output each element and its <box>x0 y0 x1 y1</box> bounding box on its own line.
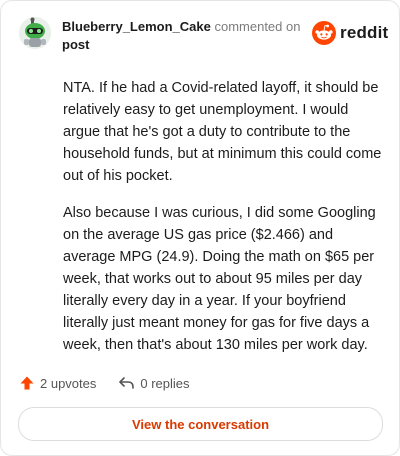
replies[interactable]: 0 replies <box>118 375 190 391</box>
reply-arrow-icon <box>119 377 135 389</box>
reddit-logo[interactable]: reddit <box>312 21 388 45</box>
post-link[interactable]: post <box>62 36 312 54</box>
reddit-snoo-icon <box>312 21 336 45</box>
comment-paragraph: Also because I was curious, I did some G… <box>63 205 376 353</box>
upvote-arrow-icon <box>20 376 34 390</box>
username[interactable]: Blueberry_Lemon_Cake <box>62 19 211 34</box>
action-text: commented on <box>214 19 301 34</box>
upvotes-count: 2 upvotes <box>40 375 97 391</box>
upvotes[interactable]: 2 upvotes <box>19 375 96 391</box>
comment-body: NTA. If he had a Covid-related layoff, i… <box>63 77 385 371</box>
reddit-wordmark: reddit <box>340 23 389 42</box>
comment-card: Blueberry_Lemon_Cake commented on post r… <box>0 0 400 456</box>
avatar[interactable] <box>19 17 51 49</box>
comment-meta: 2 upvotes 0 replies <box>19 375 212 391</box>
comment-header: Blueberry_Lemon_Cake commented on post <box>62 18 312 54</box>
view-conversation-button[interactable]: View the conversation <box>18 407 383 441</box>
avatar-image <box>19 17 51 49</box>
replies-count: 0 replies <box>140 375 190 391</box>
comment-paragraph: NTA. If he had a Covid-related layoff, i… <box>63 80 382 184</box>
